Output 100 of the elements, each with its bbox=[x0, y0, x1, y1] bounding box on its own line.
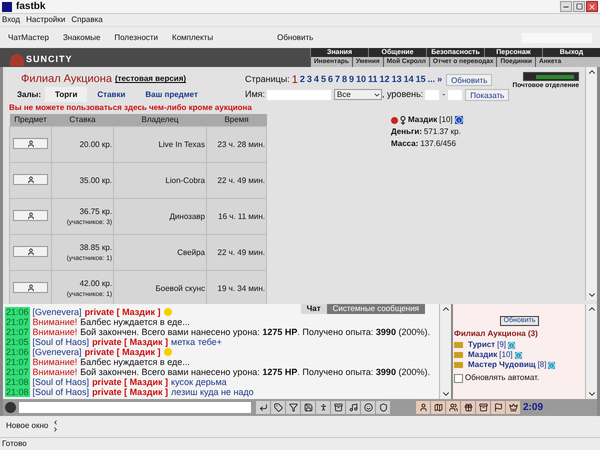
user-level: [10] bbox=[499, 349, 513, 362]
chat-tool-button[interactable] bbox=[361, 401, 375, 414]
people-icon bbox=[448, 403, 458, 412]
user-name[interactable]: Мастер Чудовищ bbox=[468, 359, 536, 372]
box-icon bbox=[478, 403, 488, 412]
sender-name[interactable]: [Soul of Haos] bbox=[32, 337, 90, 348]
show-button[interactable]: Показать bbox=[465, 88, 510, 101]
page-link[interactable]: 4 bbox=[314, 73, 319, 87]
info-icon[interactable] bbox=[454, 116, 463, 124]
chat-tool-button[interactable] bbox=[376, 401, 390, 414]
level-label: , уровень: bbox=[382, 88, 424, 102]
hall-tab[interactable]: Торги bbox=[45, 87, 88, 102]
mail-banner[interactable] bbox=[523, 72, 579, 82]
item-button[interactable] bbox=[13, 282, 48, 294]
save-icon bbox=[304, 403, 312, 412]
private-tag[interactable]: private [ Маздик ] bbox=[92, 387, 168, 398]
private-tag[interactable]: private [ Маздик ] bbox=[84, 347, 161, 358]
status-bar: Готово bbox=[0, 437, 600, 450]
chat-tool-button[interactable] bbox=[286, 401, 300, 414]
chat-tool-button[interactable] bbox=[271, 401, 285, 414]
game-tool-button[interactable] bbox=[461, 401, 475, 414]
auto-refresh-checkbox[interactable] bbox=[454, 374, 463, 383]
chat-input[interactable] bbox=[19, 402, 251, 413]
page-link[interactable]: 6 bbox=[328, 73, 333, 87]
name-input[interactable] bbox=[267, 90, 332, 100]
page-link[interactable]: 3 bbox=[306, 73, 312, 87]
page-link[interactable]: 2 bbox=[300, 73, 305, 87]
item-button[interactable] bbox=[13, 210, 48, 222]
scrollbar[interactable] bbox=[585, 304, 597, 400]
scrollbar[interactable] bbox=[439, 304, 451, 400]
name-label: Имя: bbox=[245, 88, 266, 102]
page-link[interactable]: 11 bbox=[368, 73, 378, 87]
page-link[interactable]: » bbox=[437, 73, 442, 87]
game-tool-button[interactable] bbox=[446, 401, 460, 414]
refresh-button[interactable]: Обновить bbox=[446, 74, 492, 86]
toolbar-item[interactable]: ЧатМастер bbox=[8, 32, 49, 44]
user-name[interactable]: Турист bbox=[468, 339, 496, 352]
game-tool-button[interactable] bbox=[416, 401, 430, 414]
page-link[interactable]: 8 bbox=[342, 73, 347, 87]
message-text: Балбес нуждается в еде... bbox=[80, 357, 190, 368]
menu-item[interactable]: Справка bbox=[71, 14, 103, 26]
close-button[interactable] bbox=[586, 1, 598, 12]
price-text: 38.85 кр. bbox=[78, 242, 112, 254]
item-button[interactable] bbox=[13, 246, 48, 258]
chat-tool-button[interactable] bbox=[316, 401, 330, 414]
item-button[interactable] bbox=[13, 174, 48, 186]
item-button[interactable] bbox=[13, 138, 48, 150]
chat-tab[interactable]: Системные сообщения bbox=[326, 304, 425, 314]
page-link[interactable]: 13 bbox=[392, 73, 402, 87]
pages-label: Страницы: bbox=[245, 73, 290, 86]
level-min-input[interactable] bbox=[425, 90, 440, 100]
level-max-input[interactable] bbox=[448, 90, 462, 100]
sender-name[interactable]: [Soul of Haos] bbox=[32, 377, 90, 388]
hall-tab[interactable]: Ваш предмет bbox=[135, 88, 208, 101]
private-tag[interactable]: private [ Маздик ] bbox=[92, 337, 168, 348]
column-header: Предмет bbox=[10, 114, 52, 127]
page-link[interactable]: 9 bbox=[349, 73, 354, 87]
toolbar-item[interactable]: Комплекты bbox=[172, 32, 214, 44]
maximize-button[interactable] bbox=[573, 1, 585, 12]
toolbar-item[interactable]: Знакомые bbox=[62, 32, 100, 44]
hall-tab[interactable]: Ставки bbox=[87, 88, 136, 101]
scroll-right-icon[interactable] bbox=[52, 426, 60, 434]
chat-tool-button[interactable] bbox=[256, 401, 270, 414]
scrollbar[interactable] bbox=[585, 67, 597, 300]
toolbar-item[interactable]: Полезности bbox=[114, 32, 158, 44]
window-tab[interactable]: Новое окно bbox=[6, 420, 48, 432]
filter-icon bbox=[288, 403, 298, 412]
menu-item[interactable]: Вход bbox=[2, 14, 20, 26]
page-link[interactable]: 1 bbox=[292, 72, 298, 88]
menu-item[interactable]: Настройки bbox=[26, 14, 66, 26]
chat-tool-button[interactable] bbox=[331, 401, 345, 414]
minimize-button[interactable] bbox=[560, 1, 572, 12]
category-select[interactable]: Все bbox=[334, 89, 382, 100]
page-link[interactable]: 7 bbox=[334, 73, 340, 87]
game-tool-button[interactable] bbox=[491, 401, 505, 414]
game-tool-button[interactable] bbox=[431, 401, 445, 414]
sender-name[interactable]: [Gvenevera] bbox=[32, 307, 82, 318]
user-name[interactable]: Маздик bbox=[468, 349, 498, 362]
scroll-left-icon[interactable] bbox=[52, 419, 60, 426]
page-link[interactable]: 10 bbox=[356, 73, 366, 87]
game-tool-button[interactable] bbox=[506, 401, 520, 414]
page-link[interactable]: 5 bbox=[320, 73, 326, 87]
price-text: 36.75 кр. bbox=[78, 206, 112, 218]
chat-tab[interactable]: Чат bbox=[300, 304, 327, 314]
private-tag[interactable]: private [ Маздик ] bbox=[84, 307, 161, 318]
warning-label: Внимание! bbox=[32, 327, 78, 338]
page-link[interactable]: 12 bbox=[380, 73, 390, 87]
chat-tool-button[interactable] bbox=[346, 401, 360, 414]
page-link[interactable]: 14 bbox=[404, 73, 414, 87]
sender-name[interactable]: [Soul of Haos] bbox=[32, 387, 90, 398]
page-link[interactable]: 15 bbox=[416, 73, 426, 87]
chat-tool-button[interactable] bbox=[301, 401, 315, 414]
warning-label: Внимание! bbox=[32, 357, 78, 368]
player-name[interactable]: Маздик bbox=[408, 114, 438, 126]
page-link[interactable]: ... bbox=[428, 73, 436, 87]
toolbar-item[interactable]: Обновить bbox=[277, 32, 522, 44]
game-tool-button[interactable] bbox=[476, 401, 490, 414]
private-tag[interactable]: private [ Маздик ] bbox=[92, 377, 168, 388]
sender-name[interactable]: [Gvenevera] bbox=[32, 347, 82, 358]
test-version-link[interactable]: (тестовая версия) bbox=[114, 73, 186, 86]
